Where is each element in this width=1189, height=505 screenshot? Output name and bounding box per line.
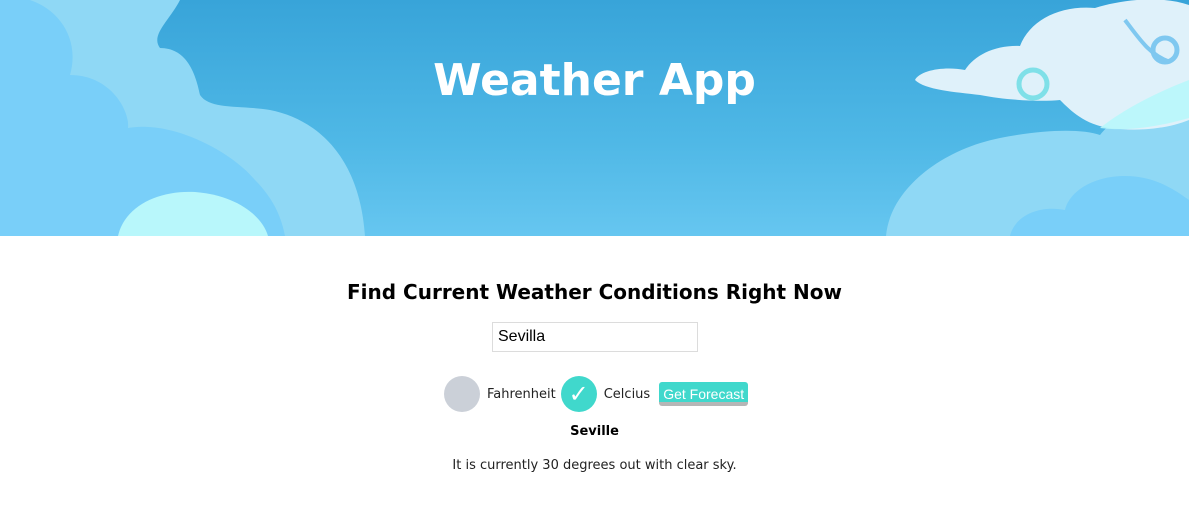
fahrenheit-radio[interactable] xyxy=(444,376,480,412)
weather-description: It is currently 30 degrees out with clea… xyxy=(452,458,737,473)
celcius-label: Celcius xyxy=(603,386,651,402)
page-subtitle: Find Current Weather Conditions Right No… xyxy=(347,280,842,304)
city-search-input[interactable] xyxy=(492,322,698,352)
result-city-name: Seville xyxy=(570,424,619,439)
get-forecast-button[interactable]: Get Forecast xyxy=(659,382,749,406)
fahrenheit-label: Fahrenheit xyxy=(487,386,556,402)
main-content: Find Current Weather Conditions Right No… xyxy=(0,236,1189,505)
celcius-radio[interactable]: ✓ xyxy=(560,376,597,412)
sky-clouds-illustration xyxy=(0,0,1189,236)
hero-banner: Weather App xyxy=(0,0,1189,236)
app-title: Weather App xyxy=(433,55,756,106)
units-selector: Fahrenheit ✓ Celcius Get Forecast xyxy=(444,376,749,412)
checkmark-icon: ✓ xyxy=(568,380,589,408)
